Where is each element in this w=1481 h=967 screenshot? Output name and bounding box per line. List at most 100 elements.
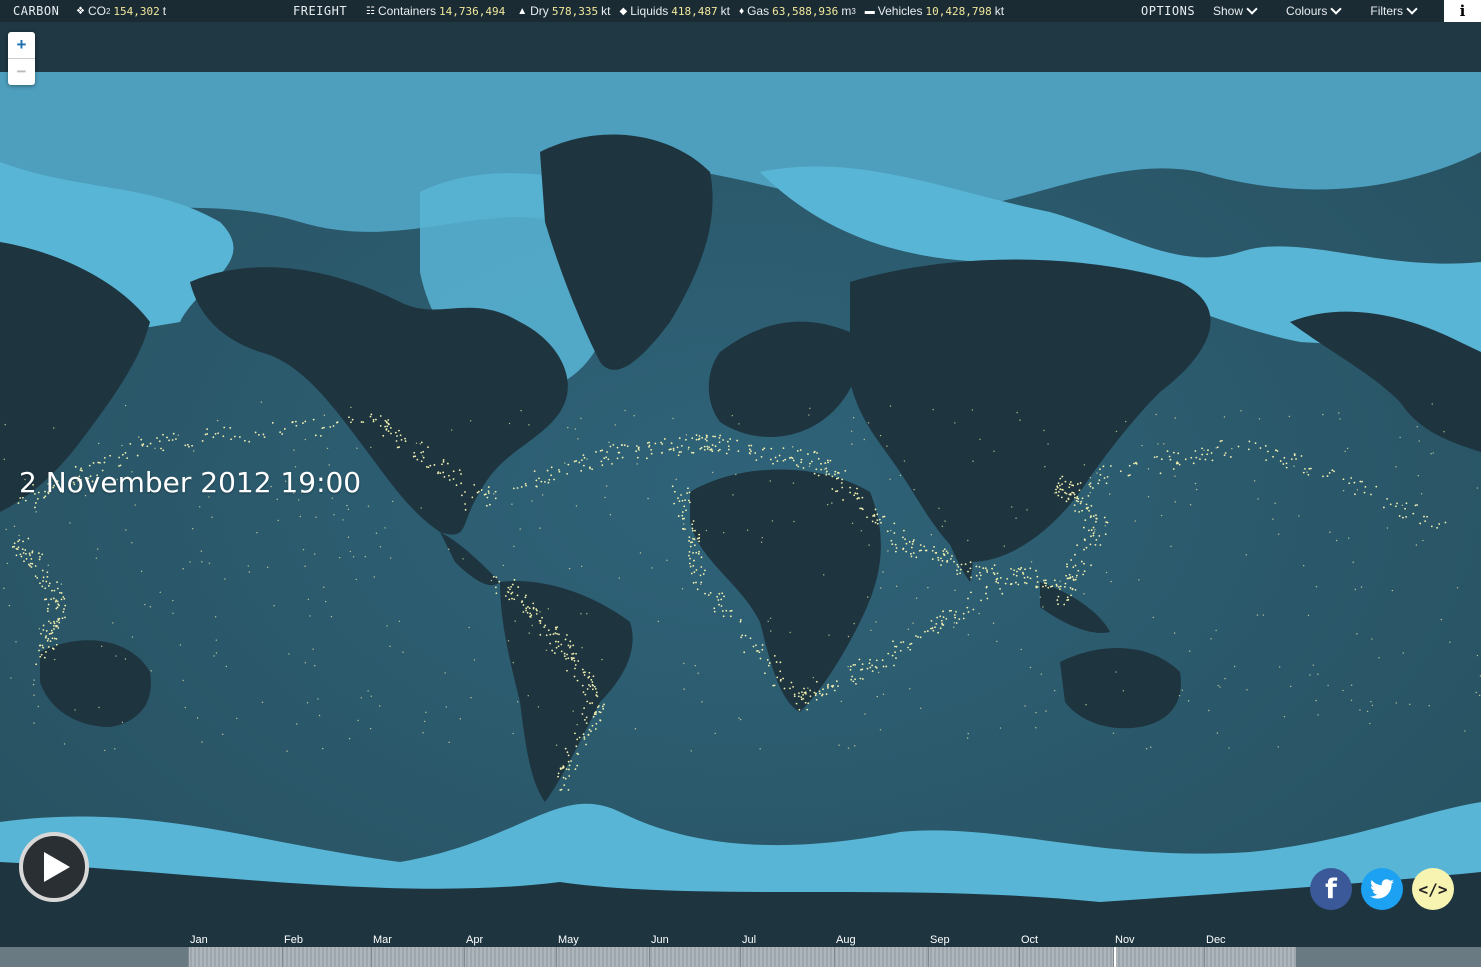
ship-dot [856,492,859,495]
ship-dot [574,664,577,666]
ship-dot [1036,575,1039,578]
ship-dot [873,514,876,516]
ship-dot [38,628,41,630]
ship-dot [154,447,156,449]
ship-dot [616,446,619,449]
ship-dot [590,730,592,733]
ship-dot [1356,489,1359,491]
ship-dot [1187,700,1190,702]
ship-dot [700,446,703,449]
ship-dot [891,543,894,546]
ship-dot [1181,689,1183,692]
ship-dot [589,685,592,688]
ship-dot [379,705,381,707]
ship-dot [442,471,445,474]
ship-dot [15,554,18,557]
ship-dot [543,626,546,629]
ship-dot [672,449,675,452]
ship-dot [512,487,515,490]
ship-dot [1278,666,1281,668]
ship-dot [1306,471,1308,473]
ship-dot [1023,576,1026,579]
ship-dot [1237,445,1240,448]
ship-dot [516,701,519,703]
ship-dot [1302,471,1305,474]
ship-dot [387,419,390,421]
vehicles-value: 10,428,798 [925,4,992,18]
ship-dot [935,551,938,554]
ship-dot [115,655,117,657]
play-button[interactable] [19,832,89,902]
info-button[interactable]: i [1444,0,1481,22]
ship-dot [800,461,803,464]
ship-dot [815,468,818,471]
ship-dot [1067,497,1070,500]
ship-dot [382,434,385,437]
ship-dot [749,453,752,455]
ship-dot [563,784,566,787]
ship-dot [1276,450,1279,452]
twitter-share-button[interactable] [1361,868,1403,910]
ship-dot [557,640,560,643]
ship-dot [850,678,853,681]
month-label: Jun [651,934,669,946]
ship-dot [793,695,796,698]
ship-dot [464,491,466,493]
ship-dot [1219,440,1222,443]
zoom-in-button[interactable]: + [8,32,35,58]
ship-dot [29,562,32,565]
ship-dot [996,577,999,580]
colours-menu[interactable]: Colours [1286,3,1343,18]
ship-dot [558,470,561,473]
ship-dot [739,620,742,623]
ship-dot [539,620,542,622]
ship-dot [45,635,47,638]
ship-dot [849,486,852,489]
ship-dot [19,553,22,556]
ship-dot [304,662,307,664]
ship-dot [895,645,898,648]
ship-dot [714,445,717,448]
ship-dot [1135,462,1138,465]
ship-dot [903,529,905,532]
filters-menu[interactable]: Filters [1370,3,1418,18]
ship-dot [41,569,44,572]
ship-dot [813,472,816,475]
ship-dot [800,458,803,461]
ship-dot [1344,450,1346,453]
ship-dot [379,425,382,427]
ship-dot [1414,504,1417,507]
ship-dot [423,720,426,723]
ship-dot [932,629,935,632]
ship-dot [1092,526,1095,529]
ship-dot [770,630,772,632]
ship-dot [6,562,9,565]
ship-dot [550,474,553,477]
zoom-out-button[interactable]: − [8,58,35,85]
ship-dot [696,588,699,591]
ship-dot [1415,544,1418,546]
timeline-range[interactable] [188,947,1296,967]
ship-dot [1127,474,1130,477]
ship-dot [586,458,588,460]
ship-dot [425,465,428,468]
ship-dot [49,622,52,625]
ship-dot [1354,493,1356,496]
ship-dot [1011,506,1013,508]
ship-dot [1030,561,1033,563]
ship-dot [671,485,674,488]
ship-dot [595,722,598,725]
ship-dot [364,556,367,558]
liquids-stat: ◆ Liquids 418,487 kt [619,4,730,18]
embed-button[interactable]: </> [1412,868,1454,910]
ship-dot [283,428,286,430]
ship-dot [1108,493,1111,495]
ship-dot [1094,543,1097,546]
show-menu[interactable]: Show [1213,3,1258,18]
facebook-share-button[interactable]: f [1310,868,1352,910]
ship-dot [142,443,145,446]
ship-dot [778,454,781,457]
ship-dot [880,521,882,524]
ship-dot [1150,746,1152,748]
ship-dot [738,717,740,719]
